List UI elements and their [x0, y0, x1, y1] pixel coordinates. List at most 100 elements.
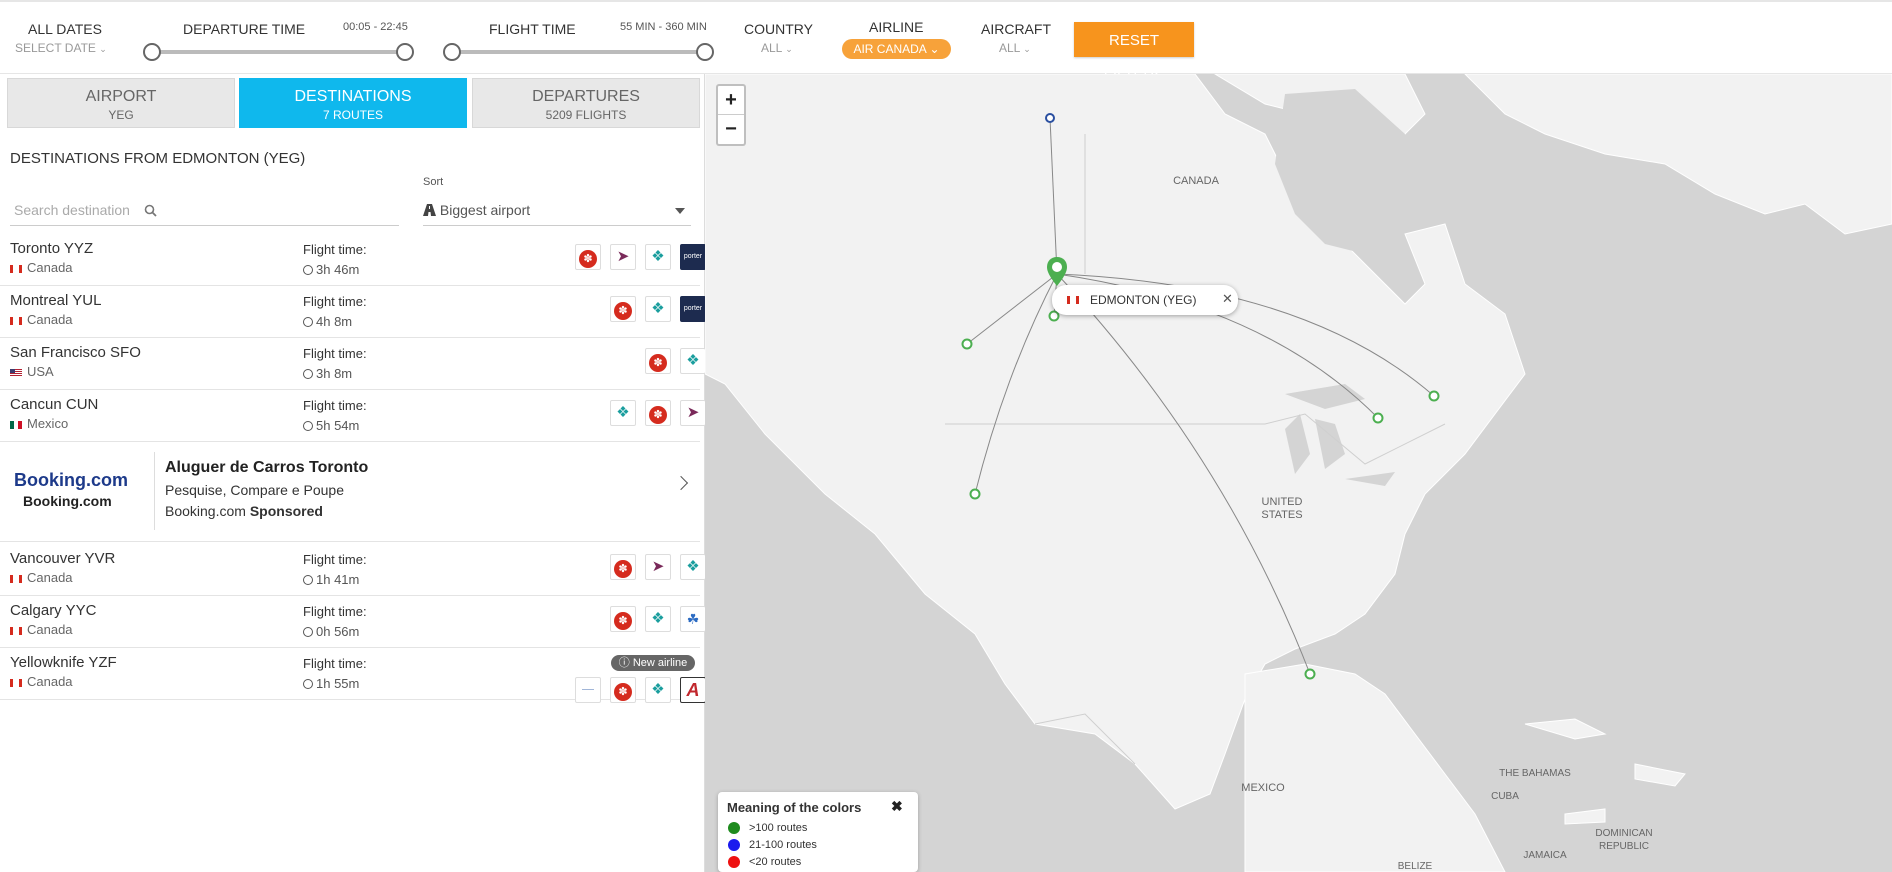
departure-slider-min-handle[interactable] — [143, 43, 161, 61]
legend-item: >100 routes — [728, 822, 807, 835]
map-canvas[interactable]: CANADA UNITED STATES MEXICO THE BAHAMAS … — [705, 74, 1892, 872]
destination-country: Canada — [10, 312, 73, 327]
sponsored-ad[interactable]: Booking.com Booking.com Aluguer de Carro… — [0, 442, 700, 542]
airline-select-value: AIR CANADA — [853, 42, 927, 56]
westjet-logo-icon[interactable]: ❖ — [645, 296, 671, 322]
reset-filters-button[interactable]: RESET FILTERS — [1074, 22, 1194, 84]
sort-select[interactable]: Biggest airport — [423, 202, 691, 226]
chevron-right-icon[interactable] — [673, 475, 689, 491]
canadian-north-logo-icon[interactable]: ☘ — [680, 606, 706, 632]
air-canada-logo-icon[interactable]: ✽ — [645, 400, 671, 426]
ad-source: Booking.com Sponsored — [165, 503, 323, 519]
legend-title: Meaning of the colors — [727, 800, 862, 815]
country-select-value: ALL — [761, 41, 782, 55]
destination-row[interactable]: Vancouver YVR Canada Flight time: 1h 41m ✽ ➤ ❖ — [0, 544, 706, 596]
porter-logo-icon[interactable]: porter — [680, 296, 706, 322]
aircraft-select-value: ALL — [999, 41, 1020, 55]
map-label-cuba: CUBA — [1491, 791, 1519, 802]
porter-logo-icon[interactable]: porter — [680, 244, 706, 270]
tab-destinations-sub: 7 ROUTES — [322, 108, 383, 122]
chevron-down-icon: ⌄ — [929, 42, 940, 56]
map-label-dr-2: REPUBLIC — [1599, 841, 1649, 852]
search-input[interactable] — [10, 202, 140, 218]
marker-yyc — [1048, 310, 1060, 322]
westjet-logo-icon[interactable]: ❖ — [645, 677, 671, 703]
flight-time-label: Flight time: — [303, 242, 367, 257]
clock-icon — [303, 317, 313, 327]
zoom-in-button[interactable]: + — [718, 86, 744, 115]
destination-country: Canada — [10, 674, 73, 689]
flight-time-value: 3h 46m — [303, 262, 359, 277]
destination-row[interactable]: Yellowknife YZF Canada Flight time: 1h 55m ⓘ… — [0, 648, 706, 703]
canada-flag-icon — [1067, 296, 1079, 304]
zoom-out-button[interactable]: − — [718, 115, 744, 144]
ad-title[interactable]: Aluguer de Carros Toronto — [165, 459, 368, 477]
clock-icon — [303, 575, 313, 585]
search-box — [10, 202, 399, 226]
flair-logo-icon[interactable]: ➤ — [610, 244, 636, 270]
destination-country: USA — [10, 364, 54, 379]
departure-slider[interactable] — [152, 50, 404, 54]
destination-name[interactable]: San Francisco SFO — [10, 344, 141, 361]
flair-logo-icon[interactable]: ➤ — [680, 400, 706, 426]
marker-yul — [1428, 390, 1440, 402]
flight-time-label: Flight time: — [303, 346, 367, 361]
country-select[interactable]: ALL ⌄ — [761, 41, 793, 55]
westjet-logo-icon[interactable]: ❖ — [680, 554, 706, 580]
flight-time-slider-min-handle[interactable] — [443, 43, 461, 61]
marker-sfo — [969, 488, 981, 500]
flight-time-slider-max-handle[interactable] — [696, 43, 714, 61]
country-filter-label: COUNTRY — [744, 21, 813, 37]
westjet-logo-icon[interactable]: ❖ — [680, 348, 706, 374]
destination-name[interactable]: Toronto YYZ — [10, 240, 93, 257]
dates-filter-label[interactable]: ALL DATES — [28, 21, 102, 37]
destination-name[interactable]: Montreal YUL — [10, 292, 101, 309]
destination-row[interactable]: Cancun CUN Mexico Flight time: 5h 54m ❖ ✽ ➤ — [0, 390, 706, 442]
destination-name[interactable]: Cancun CUN — [10, 396, 98, 413]
westjet-logo-icon[interactable]: ❖ — [645, 606, 671, 632]
tab-departures-sub: 5209 FLIGHTS — [545, 108, 627, 122]
flight-time-label: Flight time: — [303, 656, 367, 671]
tab-departures[interactable]: DEPARTURES 5209 FLIGHTS — [472, 78, 700, 128]
air-canada-logo-icon[interactable]: ✽ — [610, 677, 636, 703]
destination-row[interactable]: San Francisco SFO USA Flight time: 3h 8m ✽ ❖ — [0, 338, 706, 390]
airline-filter-label: AIRLINE — [869, 19, 924, 35]
air-canada-logo-icon[interactable]: ✽ — [610, 606, 636, 632]
departure-time-label: DEPARTURE TIME — [183, 21, 306, 37]
tab-destinations-title: DESTINATIONS — [294, 88, 412, 105]
westjet-logo-icon[interactable]: ❖ — [610, 400, 636, 426]
popup-text: EDMONTON (YEG) — [1090, 293, 1197, 307]
destination-country: Canada — [10, 622, 73, 637]
search-icon[interactable] — [144, 204, 158, 217]
date-select[interactable]: SELECT DATE ⌄ — [15, 41, 107, 55]
flight-time-slider[interactable] — [452, 50, 704, 54]
destination-name[interactable]: Yellowknife YZF — [10, 654, 117, 671]
departure-slider-max-handle[interactable] — [396, 43, 414, 61]
sponsored-label: Sponsored — [249, 503, 323, 519]
destination-name[interactable]: Vancouver YVR — [10, 550, 115, 567]
close-icon[interactable]: ✖ — [891, 798, 903, 815]
flair-logo-icon[interactable]: ➤ — [645, 554, 671, 580]
flight-time-range: 55 MIN - 360 MIN — [620, 21, 707, 33]
air-canada-logo-icon[interactable]: ✽ — [645, 348, 671, 374]
close-icon[interactable]: ✕ — [1222, 291, 1233, 307]
destination-country: Canada — [10, 260, 73, 275]
air-canada-logo-icon[interactable]: ✽ — [610, 554, 636, 580]
northwestern-air-logo-icon[interactable]: A — [680, 677, 706, 703]
map-label-belize: BELIZE — [1398, 861, 1433, 872]
sort-label: Sort — [423, 176, 444, 188]
destination-row[interactable]: Montreal YUL Canada Flight time: 4h 8m ✽ ❖ por… — [0, 286, 706, 338]
airline-select[interactable]: AIR CANADA ⌄ — [842, 39, 951, 59]
airline-logo-icon[interactable]: —— — [575, 677, 601, 703]
destination-name[interactable]: Calgary YYC — [10, 602, 96, 619]
air-canada-logo-icon[interactable]: ✽ — [575, 244, 601, 270]
tab-destinations[interactable]: DESTINATIONS 7 ROUTES — [239, 78, 467, 128]
aircraft-select[interactable]: ALL ⌄ — [999, 41, 1031, 55]
destination-row[interactable]: Toronto YYZ Canada Flight time: 3h 46m ✽ ➤ ❖ po… — [0, 234, 706, 286]
tab-airport[interactable]: AIRPORT YEG — [7, 78, 235, 128]
westjet-logo-icon[interactable]: ❖ — [645, 244, 671, 270]
air-canada-logo-icon[interactable]: ✽ — [610, 296, 636, 322]
destination-row[interactable]: Calgary YYC Canada Flight time: 0h 56m ✽ ❖ ☘ — [0, 596, 706, 648]
route-map[interactable]: CANADA UNITED STATES MEXICO THE BAHAMAS … — [705, 74, 1892, 872]
legend-item: 21-100 routes — [728, 839, 817, 852]
